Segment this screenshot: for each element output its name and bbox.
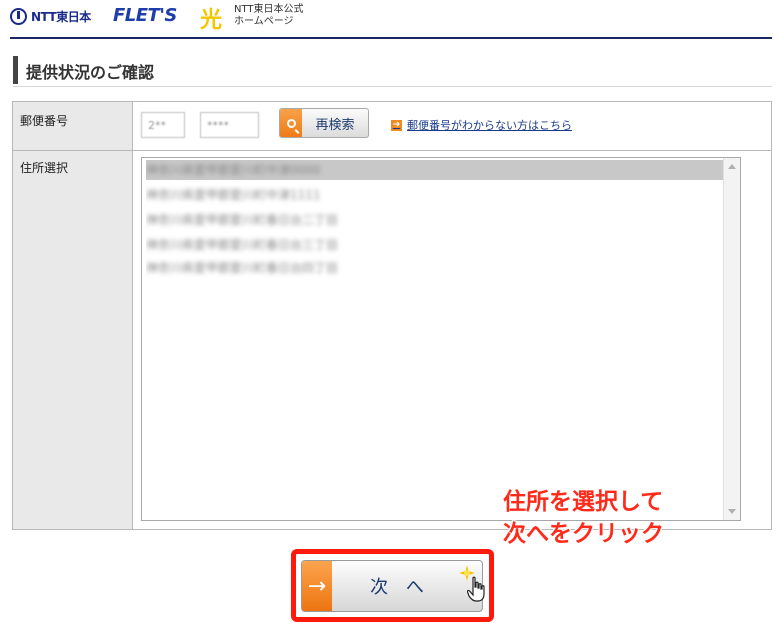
instruction-annotation: 住所を選択して 次へをクリック: [503, 486, 664, 550]
site-header: NTT東日本 FLET'S 光 NTT東日本公式 ホームページ: [0, 0, 780, 39]
address-option-text: 神奈川県愛甲郡愛川町春日台三丁目: [146, 238, 339, 252]
ntt-logo-icon: [10, 8, 27, 25]
address-select-label: 住所選択: [20, 161, 69, 175]
address-option[interactable]: 神奈川県愛甲郡愛川町中津1111: [146, 185, 426, 205]
arrow-right-icon: →: [302, 561, 332, 611]
postal-code-field-2[interactable]: ****: [200, 112, 259, 138]
arrow-right-icon: ➔: [391, 119, 402, 131]
next-button[interactable]: → 次 へ: [301, 560, 483, 612]
title-divider: [13, 86, 772, 87]
annotation-line-1: 住所を選択して: [503, 489, 664, 515]
address-option[interactable]: 神奈川県愛甲郡愛川町中津0000: [146, 160, 726, 180]
page-title: 提供状況のご確認: [26, 63, 155, 82]
flets-logo[interactable]: FLET'S: [113, 5, 177, 26]
address-option[interactable]: 神奈川県愛甲郡愛川町春日台三丁目: [146, 235, 426, 255]
ntt-logo-text: NTT東日本: [31, 10, 91, 24]
corporate-line-2: ホームページ: [234, 16, 294, 27]
postal-code-help-link[interactable]: ➔ 郵便番号がわからない方はこちら: [391, 117, 572, 133]
research-button[interactable]: 再検索: [279, 108, 369, 138]
address-option-text: 神奈川県愛甲郡愛川町中津0000: [146, 163, 321, 177]
research-button-label: 再検索: [315, 117, 355, 133]
address-option-text: 神奈川県愛甲郡愛川町春日台四丁目: [146, 261, 339, 275]
title-accent-bar: [13, 56, 18, 84]
address-form-table: 郵便番号 2** **** 再検索 ➔ 郵便番号がわからない方はこちら 住所選択…: [12, 101, 772, 530]
address-option-text: 神奈川県愛甲郡愛川町中津1111: [146, 188, 321, 202]
search-icon-tab: [280, 109, 302, 137]
mouse-pointer-icon: [467, 576, 485, 602]
list-scrollbar[interactable]: [723, 158, 740, 520]
header-divider: [10, 37, 772, 39]
scroll-up-arrow-icon[interactable]: [728, 164, 736, 169]
postal-code-help-link-text: 郵便番号がわからない方はこちら: [407, 119, 572, 132]
address-option[interactable]: 神奈川県愛甲郡愛川町春日台四丁目: [146, 258, 426, 278]
corporate-line-1: NTT東日本公式: [234, 4, 304, 15]
address-option-text: 神奈川県愛甲郡愛川町春日台二丁目: [146, 213, 339, 227]
annotation-line-2: 次へをクリック: [503, 521, 664, 547]
postal-code-field-1[interactable]: 2**: [141, 112, 185, 138]
ntt-east-logo[interactable]: NTT東日本: [10, 8, 91, 25]
address-select-list[interactable]: 神奈川県愛甲郡愛川町中津0000 神奈川県愛甲郡愛川町中津1111 神奈川県愛甲…: [141, 157, 741, 521]
flets-hikari-mark: 光: [200, 8, 223, 33]
scroll-down-arrow-icon[interactable]: [728, 509, 736, 514]
postal-code-label: 郵便番号: [20, 114, 69, 128]
address-label-cell: [13, 151, 133, 529]
corporate-homepage-link[interactable]: NTT東日本公式 ホームページ: [234, 4, 304, 28]
search-icon: [286, 118, 296, 128]
address-option[interactable]: 神奈川県愛甲郡愛川町春日台二丁目: [146, 210, 426, 230]
